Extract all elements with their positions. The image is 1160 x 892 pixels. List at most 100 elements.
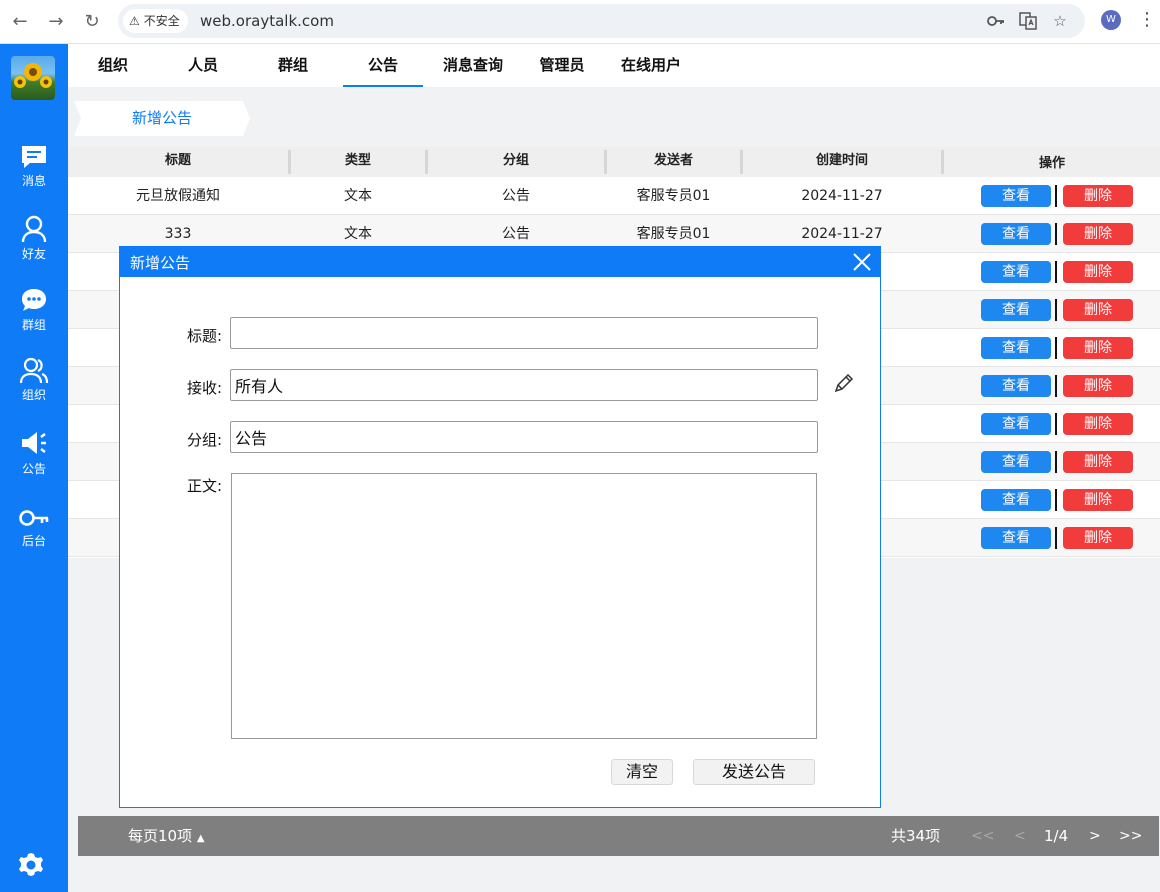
delete-button[interactable]: 删除 [1063, 413, 1133, 435]
cell-created: 2024-11-27 [801, 188, 883, 204]
cell-type: 文本 [344, 188, 372, 204]
delete-button[interactable]: 删除 [1063, 527, 1133, 549]
tab-admins[interactable]: 管理员 [532, 44, 592, 87]
action-separator [1055, 223, 1057, 245]
cell-group: 公告 [502, 188, 530, 204]
view-button[interactable]: 查看 [981, 185, 1051, 207]
security-label: 不安全 [143, 14, 180, 28]
gear-icon[interactable] [16, 850, 46, 880]
title-label: 标题: [186, 327, 222, 345]
last-page-button[interactable]: >> [1119, 816, 1142, 856]
view-button[interactable]: 查看 [981, 299, 1051, 321]
cell-sender: 客服专员01 [636, 188, 711, 204]
clear-button[interactable]: 清空 [611, 759, 673, 785]
receiver-label: 接收: [186, 379, 222, 397]
tab-people[interactable]: 人员 [178, 44, 228, 87]
per-page-label: 每页10项 [128, 827, 193, 845]
sidebar-item-label: 群组 [21, 318, 46, 332]
column-header-title: 标题 [164, 153, 191, 168]
caret-up-icon: ▲ [196, 833, 205, 844]
sidebar-item-label: 组织 [21, 388, 46, 402]
table-header: 标题 类型 分组 发送者 创建时间 操作 [68, 147, 1160, 177]
view-button[interactable]: 查看 [981, 413, 1051, 435]
view-button[interactable]: 查看 [981, 527, 1051, 549]
action-separator [1055, 375, 1057, 397]
view-button[interactable]: 查看 [981, 375, 1051, 397]
sidebar-item-label: 消息 [21, 174, 46, 188]
column-header-actions: 操作 [1038, 156, 1065, 171]
tab-organization[interactable]: 组织 [88, 44, 138, 87]
tab-online-users[interactable]: 在线用户 [616, 44, 686, 87]
url-text[interactable]: web.oraytalk.com [200, 4, 334, 38]
password-key-icon[interactable] [986, 11, 1006, 31]
view-button[interactable]: 查看 [981, 223, 1051, 245]
body-textarea[interactable] [231, 473, 817, 739]
sidebar-item-messages[interactable]: 消息 [0, 144, 68, 206]
sidebar-item-organization[interactable]: 组织 [0, 356, 68, 418]
sidebar-item-groups[interactable]: 群组 [0, 286, 68, 348]
user-icon [21, 215, 47, 243]
browser-menu-icon[interactable]: ⋮ [1138, 10, 1156, 32]
delete-button[interactable]: 删除 [1063, 299, 1133, 321]
action-separator [1055, 527, 1057, 549]
receiver-input[interactable] [230, 369, 818, 401]
action-separator [1055, 185, 1057, 207]
sidebar-item-label: 公告 [21, 462, 46, 476]
sidebar-item-announcements[interactable]: 公告 [0, 428, 68, 490]
column-header-group: 分组 [502, 153, 529, 168]
prev-page-button[interactable]: < [1014, 816, 1026, 856]
column-header-sender: 发送者 [653, 153, 693, 168]
delete-button[interactable]: 删除 [1063, 337, 1133, 359]
first-page-button[interactable]: << [971, 816, 994, 856]
sidebar-item-backend[interactable]: 后台 [0, 506, 68, 568]
view-button[interactable]: 查看 [981, 489, 1051, 511]
reload-icon[interactable]: ↻ [78, 8, 106, 36]
per-page-select[interactable]: 每页10项 ▲ [128, 816, 205, 859]
cell-title: 元旦放假通知 [136, 188, 220, 204]
chat-group-icon [22, 289, 46, 311]
delete-button[interactable]: 删除 [1063, 261, 1133, 283]
next-page-button[interactable]: > [1089, 816, 1101, 856]
dialog-header: 新增公告 [120, 247, 880, 277]
users-icon [19, 357, 49, 384]
browser-toolbar: ← → ↻ ⚠ 不安全 web.oraytalk.com ☆ W ⋮ [0, 0, 1160, 44]
delete-button[interactable]: 删除 [1063, 451, 1133, 473]
sidebar-item-label: 后台 [21, 534, 46, 548]
key-icon [19, 510, 49, 526]
tab-groups[interactable]: 群组 [268, 44, 318, 87]
current-page: 1/4 [1044, 827, 1069, 845]
view-button[interactable]: 查看 [981, 337, 1051, 359]
address-bar[interactable]: ⚠ 不安全 web.oraytalk.com ☆ [118, 4, 1085, 38]
delete-button[interactable]: 删除 [1063, 223, 1133, 245]
action-separator [1055, 299, 1057, 321]
sidebar-item-friends[interactable]: 好友 [0, 215, 68, 277]
delete-button[interactable]: 删除 [1063, 375, 1133, 397]
top-tabs: 组织 人员 群组 公告 消息查询 管理员 在线用户 [68, 44, 1160, 87]
profile-avatar[interactable]: W [1101, 10, 1121, 30]
column-header-type: 类型 [344, 153, 371, 168]
view-button[interactable]: 查看 [981, 451, 1051, 473]
back-icon[interactable]: ← [6, 8, 34, 36]
forward-icon[interactable]: → [42, 8, 70, 36]
tab-announcements[interactable]: 公告 [343, 44, 423, 87]
translate-icon[interactable] [1018, 11, 1038, 31]
bookmark-star-icon[interactable]: ☆ [1050, 11, 1070, 31]
action-separator [1055, 261, 1057, 283]
send-announcement-button[interactable]: 发送公告 [693, 759, 815, 785]
title-input[interactable] [230, 317, 818, 349]
sub-tab-new-announcement[interactable]: 新增公告 [74, 101, 250, 136]
group-input[interactable] [230, 421, 818, 453]
close-icon[interactable] [850, 250, 874, 274]
pencil-icon[interactable] [832, 371, 856, 395]
column-header-created: 创建时间 [815, 153, 868, 168]
delete-button[interactable]: 删除 [1063, 185, 1133, 207]
pagination-bar: 每页10项 ▲ 共34项 << < 1/4 > >> [78, 816, 1159, 856]
message-icon [22, 146, 46, 168]
tab-message-query[interactable]: 消息查询 [438, 44, 508, 87]
security-chip[interactable]: ⚠ 不安全 [123, 9, 188, 33]
view-button[interactable]: 查看 [981, 261, 1051, 283]
delete-button[interactable]: 删除 [1063, 489, 1133, 511]
warning-icon: ⚠ [129, 14, 140, 28]
group-label: 分组: [186, 431, 222, 449]
action-separator [1055, 451, 1057, 473]
